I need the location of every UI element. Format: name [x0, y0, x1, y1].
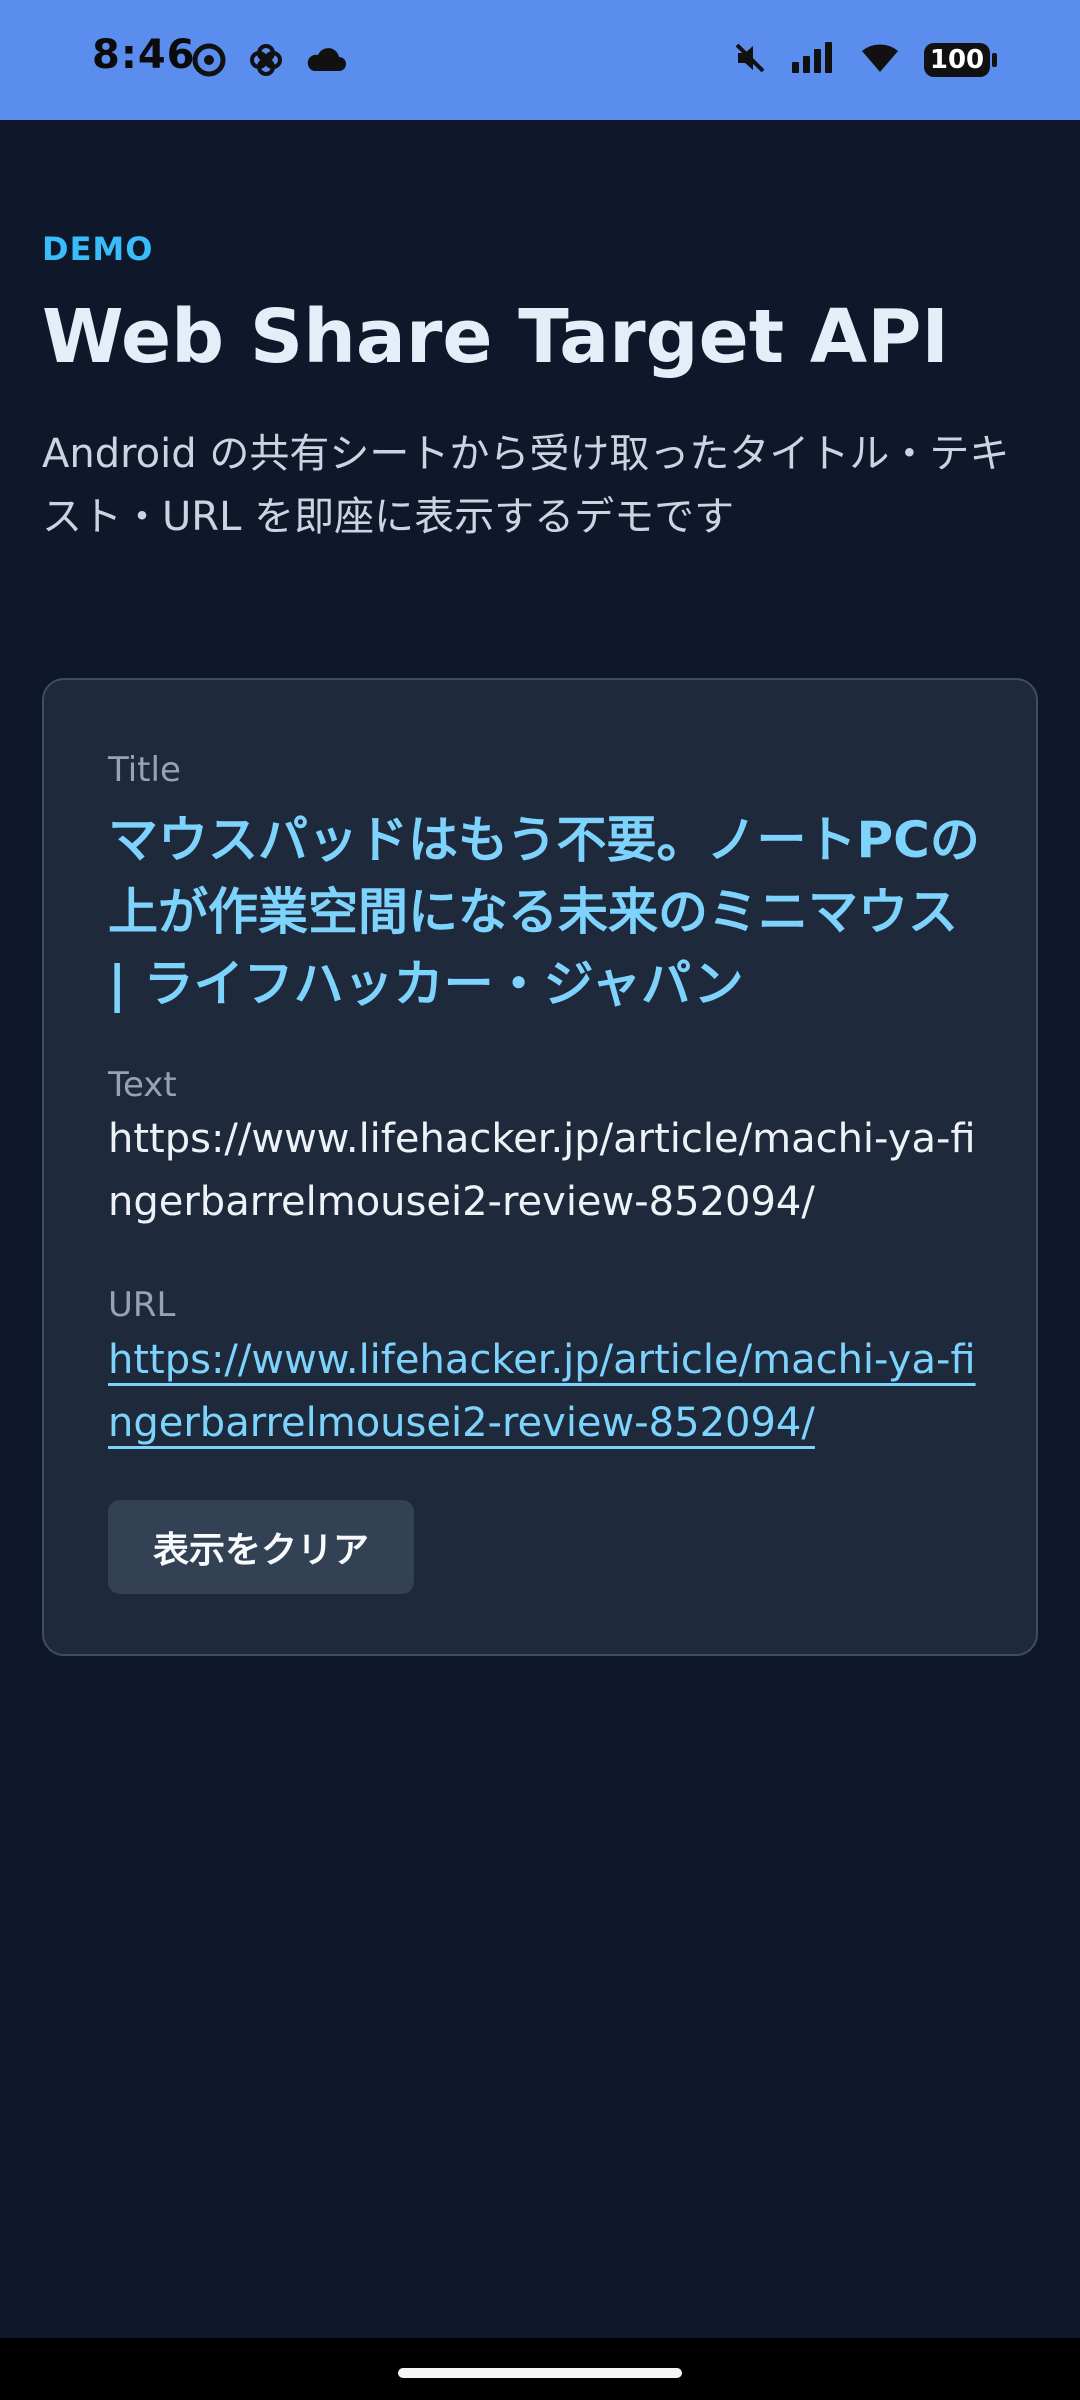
- home-gesture-handle[interactable]: [398, 2368, 682, 2378]
- demo-eyebrow: DEMO: [42, 230, 154, 268]
- mute-icon: [732, 40, 768, 80]
- status-time: 8:46: [92, 32, 196, 78]
- wifi-icon: [858, 41, 902, 79]
- url-label: URL: [108, 1285, 176, 1325]
- cellular-signal-icon: [790, 41, 836, 79]
- status-bar: 8:46 100: [0, 0, 1080, 120]
- shared-title: マウスパッドはもう不要。ノートPCの上が作業空間になる未来のミニマウス | ライ…: [108, 811, 980, 1013]
- shared-url-link[interactable]: https://www.lifehacker.jp/article/machi-…: [108, 1329, 988, 1455]
- page-title: Web Share Target API: [42, 294, 949, 380]
- status-right-icons: 100: [732, 40, 997, 80]
- shared-text: https://www.lifehacker.jp/article/machi-…: [108, 1116, 976, 1225]
- navigation-bar: [0, 2338, 1080, 2400]
- pinwheel-icon: [248, 42, 284, 82]
- status-left-icons: [192, 42, 346, 82]
- text-label: Text: [108, 1065, 177, 1105]
- shared-content-card: Title マウスパッドはもう不要。ノートPCの上が作業空間になる未来のミニマウ…: [42, 678, 1038, 1656]
- cloud-icon: [306, 46, 346, 78]
- chrome-icon: [192, 43, 226, 81]
- page-description: Android の共有シートから受け取ったタイトル・テキスト・URL を即座に表…: [42, 431, 1010, 540]
- title-label: Title: [108, 750, 181, 790]
- battery-icon: 100: [924, 43, 997, 77]
- clear-display-button[interactable]: 表示をクリア: [108, 1500, 414, 1594]
